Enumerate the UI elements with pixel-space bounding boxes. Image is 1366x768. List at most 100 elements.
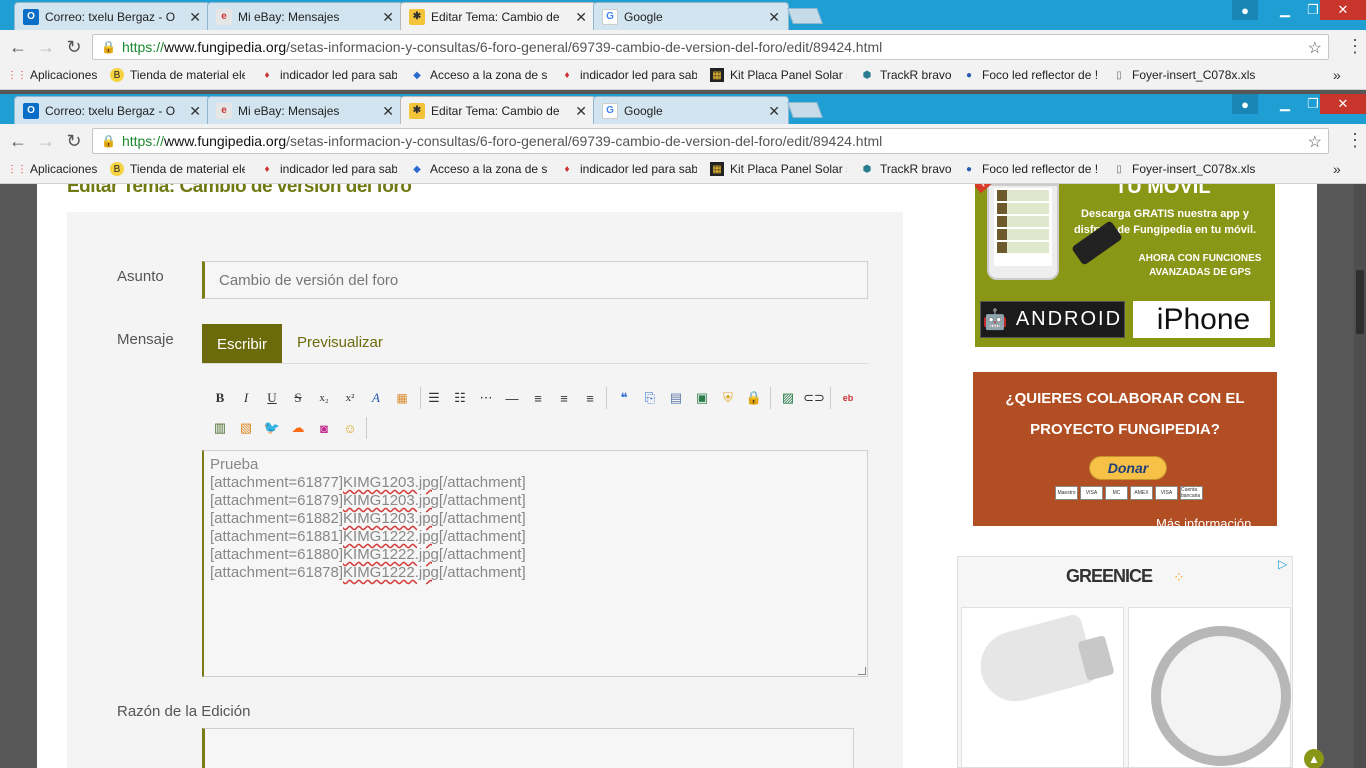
tab-outlook[interactable]: O Correo: txelu Bergaz - O ✕	[14, 2, 210, 30]
tab-outlook[interactable]: O Correo: txelu Bergaz - O ✕	[14, 96, 210, 124]
list-item-icon[interactable]: ⋯	[476, 388, 496, 408]
module-icon[interactable]: ▣	[692, 388, 712, 408]
table-icon[interactable]: ▤	[666, 388, 686, 408]
bookmark-item[interactable]: ▦ Kit Placa Panel Solar 5	[710, 68, 847, 82]
close-icon[interactable]: ✕	[575, 9, 587, 26]
underline-icon[interactable]: U	[262, 388, 282, 408]
address-bar[interactable]: 🔒 https://www.fungipedia.org/setas-infor…	[92, 128, 1329, 154]
horizontal-rule-icon[interactable]: —	[502, 388, 522, 408]
new-tab-button[interactable]	[787, 8, 823, 24]
superscript-icon[interactable]: x²	[340, 388, 360, 408]
product-led-panel[interactable]	[1128, 607, 1291, 767]
italic-icon[interactable]: I	[236, 388, 256, 408]
user-icon[interactable]: ●	[1232, 94, 1258, 114]
numbered-list-icon[interactable]: ☷	[450, 388, 470, 408]
close-icon[interactable]: ✕	[189, 103, 201, 120]
forward-arrow-icon[interactable]: →	[36, 131, 56, 152]
back-arrow-icon[interactable]: ←	[8, 131, 28, 152]
bookmarks-overflow-button[interactable]: »	[1333, 161, 1341, 177]
bookmark-apps[interactable]: ⋮⋮ Aplicaciones	[10, 68, 97, 82]
back-arrow-icon[interactable]: ←	[8, 37, 28, 58]
link-icon[interactable]: ⊂⊃	[803, 388, 825, 408]
close-icon[interactable]: ✕	[575, 103, 587, 120]
menu-icon[interactable]: ⋮	[1346, 36, 1364, 57]
align-right-icon[interactable]: ≡	[580, 388, 600, 408]
close-window-button[interactable]: ✕	[1320, 94, 1366, 114]
bullet-list-icon[interactable]: ☰	[424, 388, 444, 408]
align-center-icon[interactable]: ≡	[554, 388, 574, 408]
new-tab-button[interactable]	[787, 102, 823, 118]
bookmark-item[interactable]: ▦ Kit Placa Panel Solar 5	[710, 162, 847, 176]
close-icon[interactable]: ✕	[768, 103, 780, 120]
product-led-bulb[interactable]	[961, 607, 1124, 767]
bookmark-item[interactable]: B Tienda de material ele	[110, 162, 245, 176]
close-window-button[interactable]: ✕	[1320, 0, 1366, 20]
message-textarea[interactable]: Prueba [attachment=61877]KIMG1203.jpg[/a…	[202, 450, 868, 677]
emoji-icon[interactable]: ☺	[340, 418, 360, 438]
tab-ebay[interactable]: e Mi eBay: Mensajes ✕	[207, 2, 403, 30]
image-icon[interactable]: ▨	[778, 388, 798, 408]
color-icon[interactable]: ▦	[392, 388, 412, 408]
forward-arrow-icon[interactable]: →	[36, 37, 56, 58]
user-icon[interactable]: ●	[1232, 0, 1258, 20]
adchoices-icon[interactable]: ▷	[1278, 557, 1287, 571]
strikethrough-icon[interactable]: S	[288, 388, 308, 408]
video-icon[interactable]: ▥	[210, 418, 230, 438]
subject-input[interactable]: Cambio de versión del foro	[202, 261, 868, 299]
close-icon[interactable]: ✕	[382, 103, 394, 120]
soundcloud-icon[interactable]: ☁	[288, 418, 308, 438]
donate-button[interactable]: Donar	[1089, 456, 1167, 480]
tab-ebay[interactable]: e Mi eBay: Mensajes ✕	[207, 96, 403, 124]
tab-google[interactable]: G Google ✕	[593, 96, 789, 124]
bookmark-item[interactable]: ● Foco led reflector de !	[962, 162, 1099, 176]
subscript-icon[interactable]: x₂	[314, 388, 334, 408]
bookmark-item[interactable]: ♦ indicador led para sab	[260, 68, 397, 82]
align-left-icon[interactable]: ≡	[528, 388, 548, 408]
greenice-ad[interactable]: GREENICE ⁘ ▷	[957, 556, 1293, 768]
page-scrollbar[interactable]	[1354, 184, 1366, 768]
map-icon[interactable]: ▧	[236, 418, 256, 438]
bookmark-item[interactable]: ▯ Foyer-insert_C078x.xls	[1112, 162, 1282, 176]
instagram-icon[interactable]: ◙	[314, 418, 334, 438]
bookmark-item[interactable]: ◆ Acceso a la zona de s	[410, 68, 547, 82]
tab-write[interactable]: Escribir	[202, 324, 282, 364]
bookmark-star-icon[interactable]: ☆	[1308, 132, 1322, 152]
bookmark-item[interactable]: ♦ indicador led para sab	[560, 162, 697, 176]
bookmark-item[interactable]: ⬢ TrackR bravo	[860, 162, 955, 176]
close-icon[interactable]: ✕	[768, 9, 780, 26]
resize-handle[interactable]	[858, 667, 866, 675]
bold-icon[interactable]: B	[210, 388, 230, 408]
tab-preview[interactable]: Previsualizar	[297, 334, 383, 351]
font-icon[interactable]: A	[366, 388, 386, 408]
hidden-text-icon[interactable]: 🔒	[744, 388, 764, 408]
bookmarks-overflow-button[interactable]: »	[1333, 67, 1341, 83]
spoiler-icon[interactable]: ⛨	[718, 388, 738, 408]
bookmark-item[interactable]: ▯ Foyer-insert_C078x.xls	[1112, 68, 1282, 82]
bookmark-item[interactable]: B Tienda de material ele	[110, 68, 245, 82]
more-info-link[interactable]: Más información	[1156, 516, 1251, 526]
android-store-badge[interactable]: 🤖 ANDROID	[980, 301, 1125, 338]
reload-icon[interactable]: ↻	[64, 37, 84, 58]
close-icon[interactable]: ✕	[382, 9, 394, 26]
quote-icon[interactable]: ❝	[614, 388, 634, 408]
edit-reason-input[interactable]	[202, 728, 854, 768]
close-icon[interactable]: ✕	[189, 9, 201, 26]
tab-fungipedia[interactable]: ✱ Editar Tema: Cambio de ✕	[400, 96, 596, 124]
tab-google[interactable]: G Google ✕	[593, 2, 789, 30]
ebay-icon[interactable]: eb	[838, 388, 858, 408]
menu-icon[interactable]: ⋮	[1346, 130, 1364, 151]
app-download-ad[interactable]: NUEVO TU MÓVIL Descarga GRATIS nuestra a…	[975, 184, 1275, 347]
bookmark-item[interactable]: ♦ indicador led para sab	[260, 162, 397, 176]
reload-icon[interactable]: ↻	[64, 131, 84, 152]
twitter-icon[interactable]: 🐦	[262, 418, 282, 438]
scrollbar-thumb[interactable]	[1356, 270, 1364, 334]
tab-fungipedia[interactable]: ✱ Editar Tema: Cambio de ✕	[400, 2, 596, 30]
code-icon[interactable]: ⎘	[640, 388, 660, 408]
bookmark-star-icon[interactable]: ☆	[1308, 38, 1322, 58]
scroll-to-top-button[interactable]: ▲	[1304, 749, 1324, 768]
bookmark-item[interactable]: ⬢ TrackR bravo	[860, 68, 955, 82]
bookmark-item[interactable]: ♦ indicador led para sab	[560, 68, 697, 82]
address-bar[interactable]: 🔒 https://www.fungipedia.org/setas-infor…	[92, 34, 1329, 60]
bookmark-item[interactable]: ● Foco led reflector de !	[962, 68, 1099, 82]
bookmark-apps[interactable]: ⋮⋮ Aplicaciones	[10, 162, 97, 176]
